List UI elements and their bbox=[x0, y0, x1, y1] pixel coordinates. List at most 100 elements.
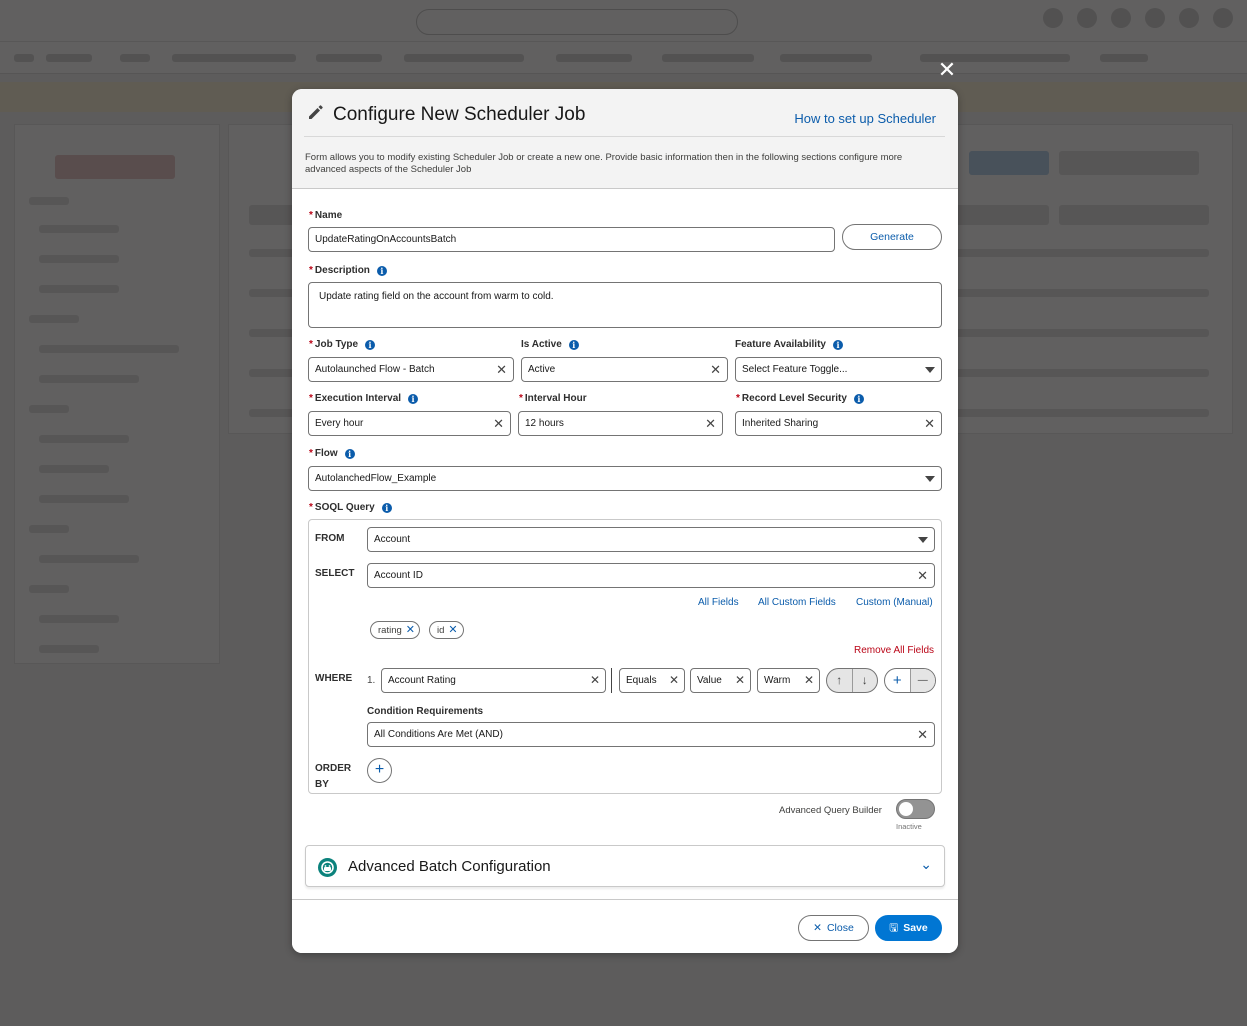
clear-icon[interactable]: ✕ bbox=[804, 669, 814, 692]
clear-icon[interactable]: ✕ bbox=[496, 358, 507, 381]
toggle-state: Inactive bbox=[896, 822, 922, 831]
all-custom-fields-link[interactable]: All Custom Fields bbox=[758, 597, 836, 608]
select-field-combobox[interactable]: Account ID ✕ bbox=[367, 563, 935, 588]
arrow-down-icon[interactable]: ↓ bbox=[853, 669, 878, 692]
chevron-down-icon bbox=[918, 537, 928, 543]
condition-requirements-combobox[interactable]: All Conditions Are Met (AND) ✕ bbox=[367, 722, 935, 747]
feature-availability-placeholder: Select Feature Toggle... bbox=[742, 364, 848, 375]
execution-interval-combobox[interactable]: Every hour ✕ bbox=[308, 411, 511, 436]
accordion-title: Advanced Batch Configuration bbox=[348, 858, 551, 875]
select-label: SELECT bbox=[315, 568, 355, 579]
advanced-batch-configuration-accordion[interactable]: Advanced Batch Configuration ⌄ bbox=[305, 845, 945, 887]
where-operator-value: Equals bbox=[626, 675, 657, 686]
chevron-down-icon bbox=[925, 476, 935, 482]
close-button-label: Close bbox=[826, 922, 854, 934]
clear-icon[interactable]: ✕ bbox=[735, 669, 745, 692]
job-type-label: * Job Type i bbox=[309, 339, 376, 350]
scheduler-job-modal: Configure New Scheduler Job How to set u… bbox=[292, 89, 958, 953]
generate-button[interactable]: Generate bbox=[842, 224, 942, 250]
name-input[interactable]: UpdateRatingOnAccountsBatch bbox=[308, 227, 835, 252]
clear-icon[interactable]: ✕ bbox=[493, 412, 504, 435]
flow-label-text: Flow bbox=[314, 448, 338, 459]
info-icon[interactable]: i bbox=[365, 339, 376, 350]
where-index: 1. bbox=[367, 675, 376, 686]
soql-query-builder bbox=[308, 519, 942, 794]
flow-value: AutolanchedFlow_Example bbox=[315, 473, 437, 484]
pencil-icon bbox=[309, 105, 323, 119]
feature-availability-select[interactable]: Select Feature Toggle... bbox=[735, 357, 942, 382]
clear-icon[interactable]: ✕ bbox=[924, 412, 935, 435]
close-icon: ✕ bbox=[813, 922, 822, 934]
record-level-security-combobox[interactable]: Inherited Sharing ✕ bbox=[735, 411, 942, 436]
from-object-select[interactable]: Account bbox=[367, 527, 935, 552]
info-icon[interactable]: i bbox=[376, 265, 387, 276]
arrow-up-icon[interactable]: ↑ bbox=[827, 669, 852, 692]
add-order-by-button[interactable]: + bbox=[367, 758, 392, 783]
save-button-label: Save bbox=[903, 922, 928, 934]
record-level-security-label: * Record Level Security i bbox=[736, 393, 864, 404]
description-textarea[interactable]: Update rating field on the account from … bbox=[308, 282, 942, 328]
all-fields-link[interactable]: All Fields bbox=[698, 597, 739, 608]
toggle-knob bbox=[899, 802, 913, 816]
modal-header: Configure New Scheduler Job How to set u… bbox=[292, 89, 958, 189]
pill-label: id bbox=[437, 625, 445, 636]
condition-requirements-label: Condition Requirements bbox=[367, 706, 484, 717]
is-active-combobox[interactable]: Active ✕ bbox=[521, 357, 728, 382]
remove-all-fields-link[interactable]: Remove All Fields bbox=[854, 645, 934, 656]
from-object-value: Account bbox=[374, 534, 411, 545]
where-field-value: Account Rating bbox=[388, 675, 456, 686]
advanced-query-builder-label: Advanced Query Builder bbox=[779, 805, 882, 816]
description-label-text: Description bbox=[314, 265, 370, 276]
remove-condition-icon[interactable]: — bbox=[910, 669, 935, 692]
info-icon[interactable]: i bbox=[832, 339, 843, 350]
clear-icon[interactable]: ✕ bbox=[917, 564, 928, 587]
save-button[interactable]: 🖫 Save bbox=[875, 915, 942, 941]
feature-availability-label-text: Feature Availability bbox=[735, 339, 826, 350]
where-value-combobox[interactable]: Warm ✕ bbox=[757, 668, 820, 693]
info-icon[interactable]: i bbox=[344, 448, 355, 459]
custom-manual-link[interactable]: Custom (Manual) bbox=[856, 597, 933, 608]
close-button[interactable]: ✕ Close bbox=[798, 915, 869, 941]
required-mark: * bbox=[736, 393, 740, 404]
flow-select[interactable]: AutolanchedFlow_Example bbox=[308, 466, 942, 491]
execution-interval-label: * Execution Interval i bbox=[309, 393, 419, 404]
description-label: * Description i bbox=[309, 265, 387, 276]
remove-pill-icon[interactable]: ✕ bbox=[448, 624, 457, 636]
condition-add-remove-group: + — bbox=[884, 668, 936, 693]
chevron-down-icon bbox=[925, 367, 935, 373]
where-operator-combobox[interactable]: Equals ✕ bbox=[619, 668, 685, 693]
clear-icon[interactable]: ✕ bbox=[917, 723, 928, 746]
add-condition-icon[interactable]: + bbox=[885, 669, 910, 692]
help-link[interactable]: How to set up Scheduler bbox=[794, 111, 936, 126]
remove-pill-icon[interactable]: ✕ bbox=[406, 624, 415, 636]
modal-title: Configure New Scheduler Job bbox=[333, 104, 586, 125]
modal-close-icon[interactable]: ✕ bbox=[935, 58, 959, 82]
interval-hour-combobox[interactable]: 12 hours ✕ bbox=[518, 411, 723, 436]
where-field-combobox[interactable]: Account Rating ✕ bbox=[381, 668, 606, 693]
clear-icon[interactable]: ✕ bbox=[669, 669, 679, 692]
required-mark: * bbox=[309, 265, 313, 276]
chevron-down-icon[interactable]: ⌄ bbox=[920, 856, 932, 873]
soql-label: * SOQL Query i bbox=[309, 502, 392, 513]
header-divider bbox=[304, 136, 945, 137]
interval-hour-value: 12 hours bbox=[525, 418, 564, 429]
job-type-combobox[interactable]: Autolaunched Flow - Batch ✕ bbox=[308, 357, 514, 382]
required-mark: * bbox=[519, 393, 523, 404]
order-by-label-2: BY bbox=[315, 779, 329, 790]
where-value-type-combobox[interactable]: Value ✕ bbox=[690, 668, 751, 693]
clear-icon[interactable]: ✕ bbox=[590, 669, 600, 692]
where-divider bbox=[611, 668, 612, 693]
name-label-text: Name bbox=[314, 210, 343, 221]
modal-footer: ✕ Close 🖫 Save bbox=[292, 899, 958, 953]
field-pill-rating: rating ✕ bbox=[370, 621, 420, 639]
info-icon[interactable]: i bbox=[568, 339, 579, 350]
clear-icon[interactable]: ✕ bbox=[710, 358, 721, 381]
field-pill-id: id ✕ bbox=[429, 621, 464, 639]
record-level-security-label-text: Record Level Security bbox=[741, 393, 847, 404]
info-icon[interactable]: i bbox=[853, 393, 864, 404]
info-icon[interactable]: i bbox=[381, 502, 392, 513]
from-label: FROM bbox=[315, 533, 345, 544]
clear-icon[interactable]: ✕ bbox=[705, 412, 716, 435]
advanced-query-builder-toggle[interactable] bbox=[896, 799, 935, 819]
info-icon[interactable]: i bbox=[408, 393, 419, 404]
